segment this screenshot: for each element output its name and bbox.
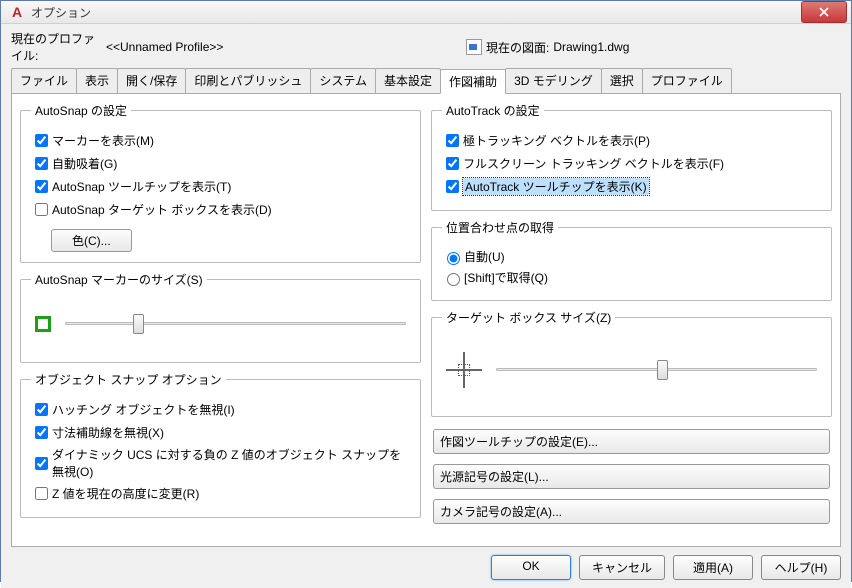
group-autotrack: AutoTrack の設定 極トラッキング ベクトルを表示(P) フルスクリーン… (431, 102, 832, 211)
app-icon: A (9, 4, 25, 20)
group-target-size: ターゲット ボックス サイズ(Z) (431, 309, 832, 417)
radio-shift[interactable] (447, 273, 460, 286)
ok-button[interactable]: OK (491, 555, 571, 580)
lbl-auto: 自動(U) (464, 248, 505, 265)
group-alignment: 位置合わせ点の取得 自動(U) [Shift]で取得(Q) (431, 219, 832, 301)
chk-marker[interactable] (35, 134, 48, 147)
tab-drafting[interactable]: 作図補助 (440, 69, 506, 94)
radio-auto[interactable] (447, 252, 460, 265)
help-button[interactable]: ヘルプ(H) (761, 555, 841, 580)
chk-fullscreen-vector[interactable] (446, 157, 459, 170)
window-title: オプション (31, 4, 801, 21)
tab-plot[interactable]: 印刷とパブリッシュ (185, 68, 311, 93)
legend-alignment: 位置合わせ点の取得 (442, 219, 558, 236)
aperture-preview-icon (446, 352, 482, 388)
group-osnap-options: オブジェクト スナップ オプション ハッチング オブジェクトを無視(I) 寸法補… (20, 371, 421, 518)
lbl-ignore-hatch: ハッチング オブジェクトを無視(I) (52, 401, 235, 418)
lbl-autosnap-tooltip: AutoSnap ツールチップを表示(T) (52, 178, 231, 195)
right-button-stack: 作図ツールチップの設定(E)... 光源記号の設定(L)... カメラ記号の設定… (431, 425, 832, 538)
content-area: 現在のプロファイル: <<Unnamed Profile>> 現在の図面: Dr… (1, 24, 851, 588)
legend-autotrack: AutoTrack の設定 (442, 102, 544, 119)
tab-open-save[interactable]: 開く/保存 (117, 68, 186, 93)
group-marker-size: AutoSnap マーカーのサイズ(S) (20, 271, 421, 363)
profile-row: 現在のプロファイル: <<Unnamed Profile>> 現在の図面: Dr… (11, 30, 841, 64)
target-size-slider[interactable] (496, 360, 817, 380)
right-column: AutoTrack の設定 極トラッキング ベクトルを表示(P) フルスクリーン… (431, 102, 832, 538)
chk-ignore-negz[interactable] (35, 457, 48, 470)
lbl-shift: [Shift]で取得(Q) (464, 269, 548, 286)
colors-button[interactable]: 色(C)... (51, 229, 132, 252)
drawing-value: Drawing1.dwg (553, 40, 629, 54)
profile-label: 現在のプロファイル: (11, 30, 106, 64)
lbl-marker: マーカーを表示(M) (52, 132, 154, 149)
legend-autosnap: AutoSnap の設定 (31, 102, 131, 119)
tab-strip: ファイル 表示 開く/保存 印刷とパブリッシュ システム 基本設定 作図補助 3… (11, 68, 841, 94)
legend-target-size: ターゲット ボックス サイズ(Z) (442, 309, 615, 326)
light-glyph-settings-button[interactable]: 光源記号の設定(L)... (433, 464, 830, 489)
drawing-icon (466, 39, 482, 55)
tab-selection[interactable]: 選択 (601, 68, 643, 93)
chk-replace-z[interactable] (35, 487, 48, 500)
chk-polar-vector[interactable] (446, 134, 459, 147)
tab-user-prefs[interactable]: 基本設定 (375, 68, 441, 93)
chk-ignore-ext[interactable] (35, 426, 48, 439)
apply-button[interactable]: 適用(A) (673, 555, 753, 580)
cancel-button[interactable]: キャンセル (579, 555, 665, 580)
tab-profiles[interactable]: プロファイル (642, 68, 732, 93)
titlebar: A オプション (1, 1, 851, 24)
chk-aperture-box[interactable] (35, 203, 48, 216)
tab-display[interactable]: 表示 (76, 68, 118, 93)
left-column: AutoSnap の設定 マーカーを表示(M) 自動吸着(G) AutoSnap… (20, 102, 421, 538)
tab-3d[interactable]: 3D モデリング (505, 68, 602, 93)
group-autosnap: AutoSnap の設定 マーカーを表示(M) 自動吸着(G) AutoSnap… (20, 102, 421, 263)
legend-marker-size: AutoSnap マーカーのサイズ(S) (31, 271, 207, 288)
drafting-tooltip-settings-button[interactable]: 作図ツールチップの設定(E)... (433, 429, 830, 454)
lbl-magnet: 自動吸着(G) (52, 155, 117, 172)
options-dialog: A オプション 現在のプロファイル: <<Unnamed Profile>> 現… (0, 0, 852, 582)
lbl-replace-z: Z 値を現在の高度に変更(R) (52, 485, 199, 502)
legend-osnap-options: オブジェクト スナップ オプション (31, 371, 226, 388)
lbl-ignore-negz: ダイナミック UCS に対する負の Z 値のオブジェクト スナップを無視(O) (52, 446, 410, 480)
camera-glyph-settings-button[interactable]: カメラ記号の設定(A)... (433, 499, 830, 524)
profile-value: <<Unnamed Profile>> (106, 40, 466, 54)
dialog-buttons: OK キャンセル 適用(A) ヘルプ(H) (11, 547, 841, 580)
tab-system[interactable]: システム (310, 68, 376, 93)
lbl-ignore-ext: 寸法補助線を無視(X) (52, 424, 164, 441)
chk-magnet[interactable] (35, 157, 48, 170)
chk-autotrack-tooltip[interactable] (446, 180, 459, 193)
lbl-fullscreen-vector: フルスクリーン トラッキング ベクトルを表示(F) (463, 155, 724, 172)
close-button[interactable] (801, 1, 847, 23)
drawing-label: 現在の図面: (486, 39, 549, 56)
chk-ignore-hatch[interactable] (35, 403, 48, 416)
chk-autosnap-tooltip[interactable] (35, 180, 48, 193)
lbl-polar-vector: 極トラッキング ベクトルを表示(P) (463, 132, 650, 149)
close-icon (819, 7, 829, 17)
lbl-aperture-box: AutoSnap ターゲット ボックスを表示(D) (52, 201, 272, 218)
tab-panel: AutoSnap の設定 マーカーを表示(M) 自動吸着(G) AutoSnap… (11, 94, 841, 547)
marker-preview-icon (35, 316, 51, 332)
tab-file[interactable]: ファイル (11, 68, 77, 93)
lbl-autotrack-tooltip: AutoTrack ツールチップを表示(K) (463, 178, 649, 195)
marker-size-slider[interactable] (65, 314, 406, 334)
